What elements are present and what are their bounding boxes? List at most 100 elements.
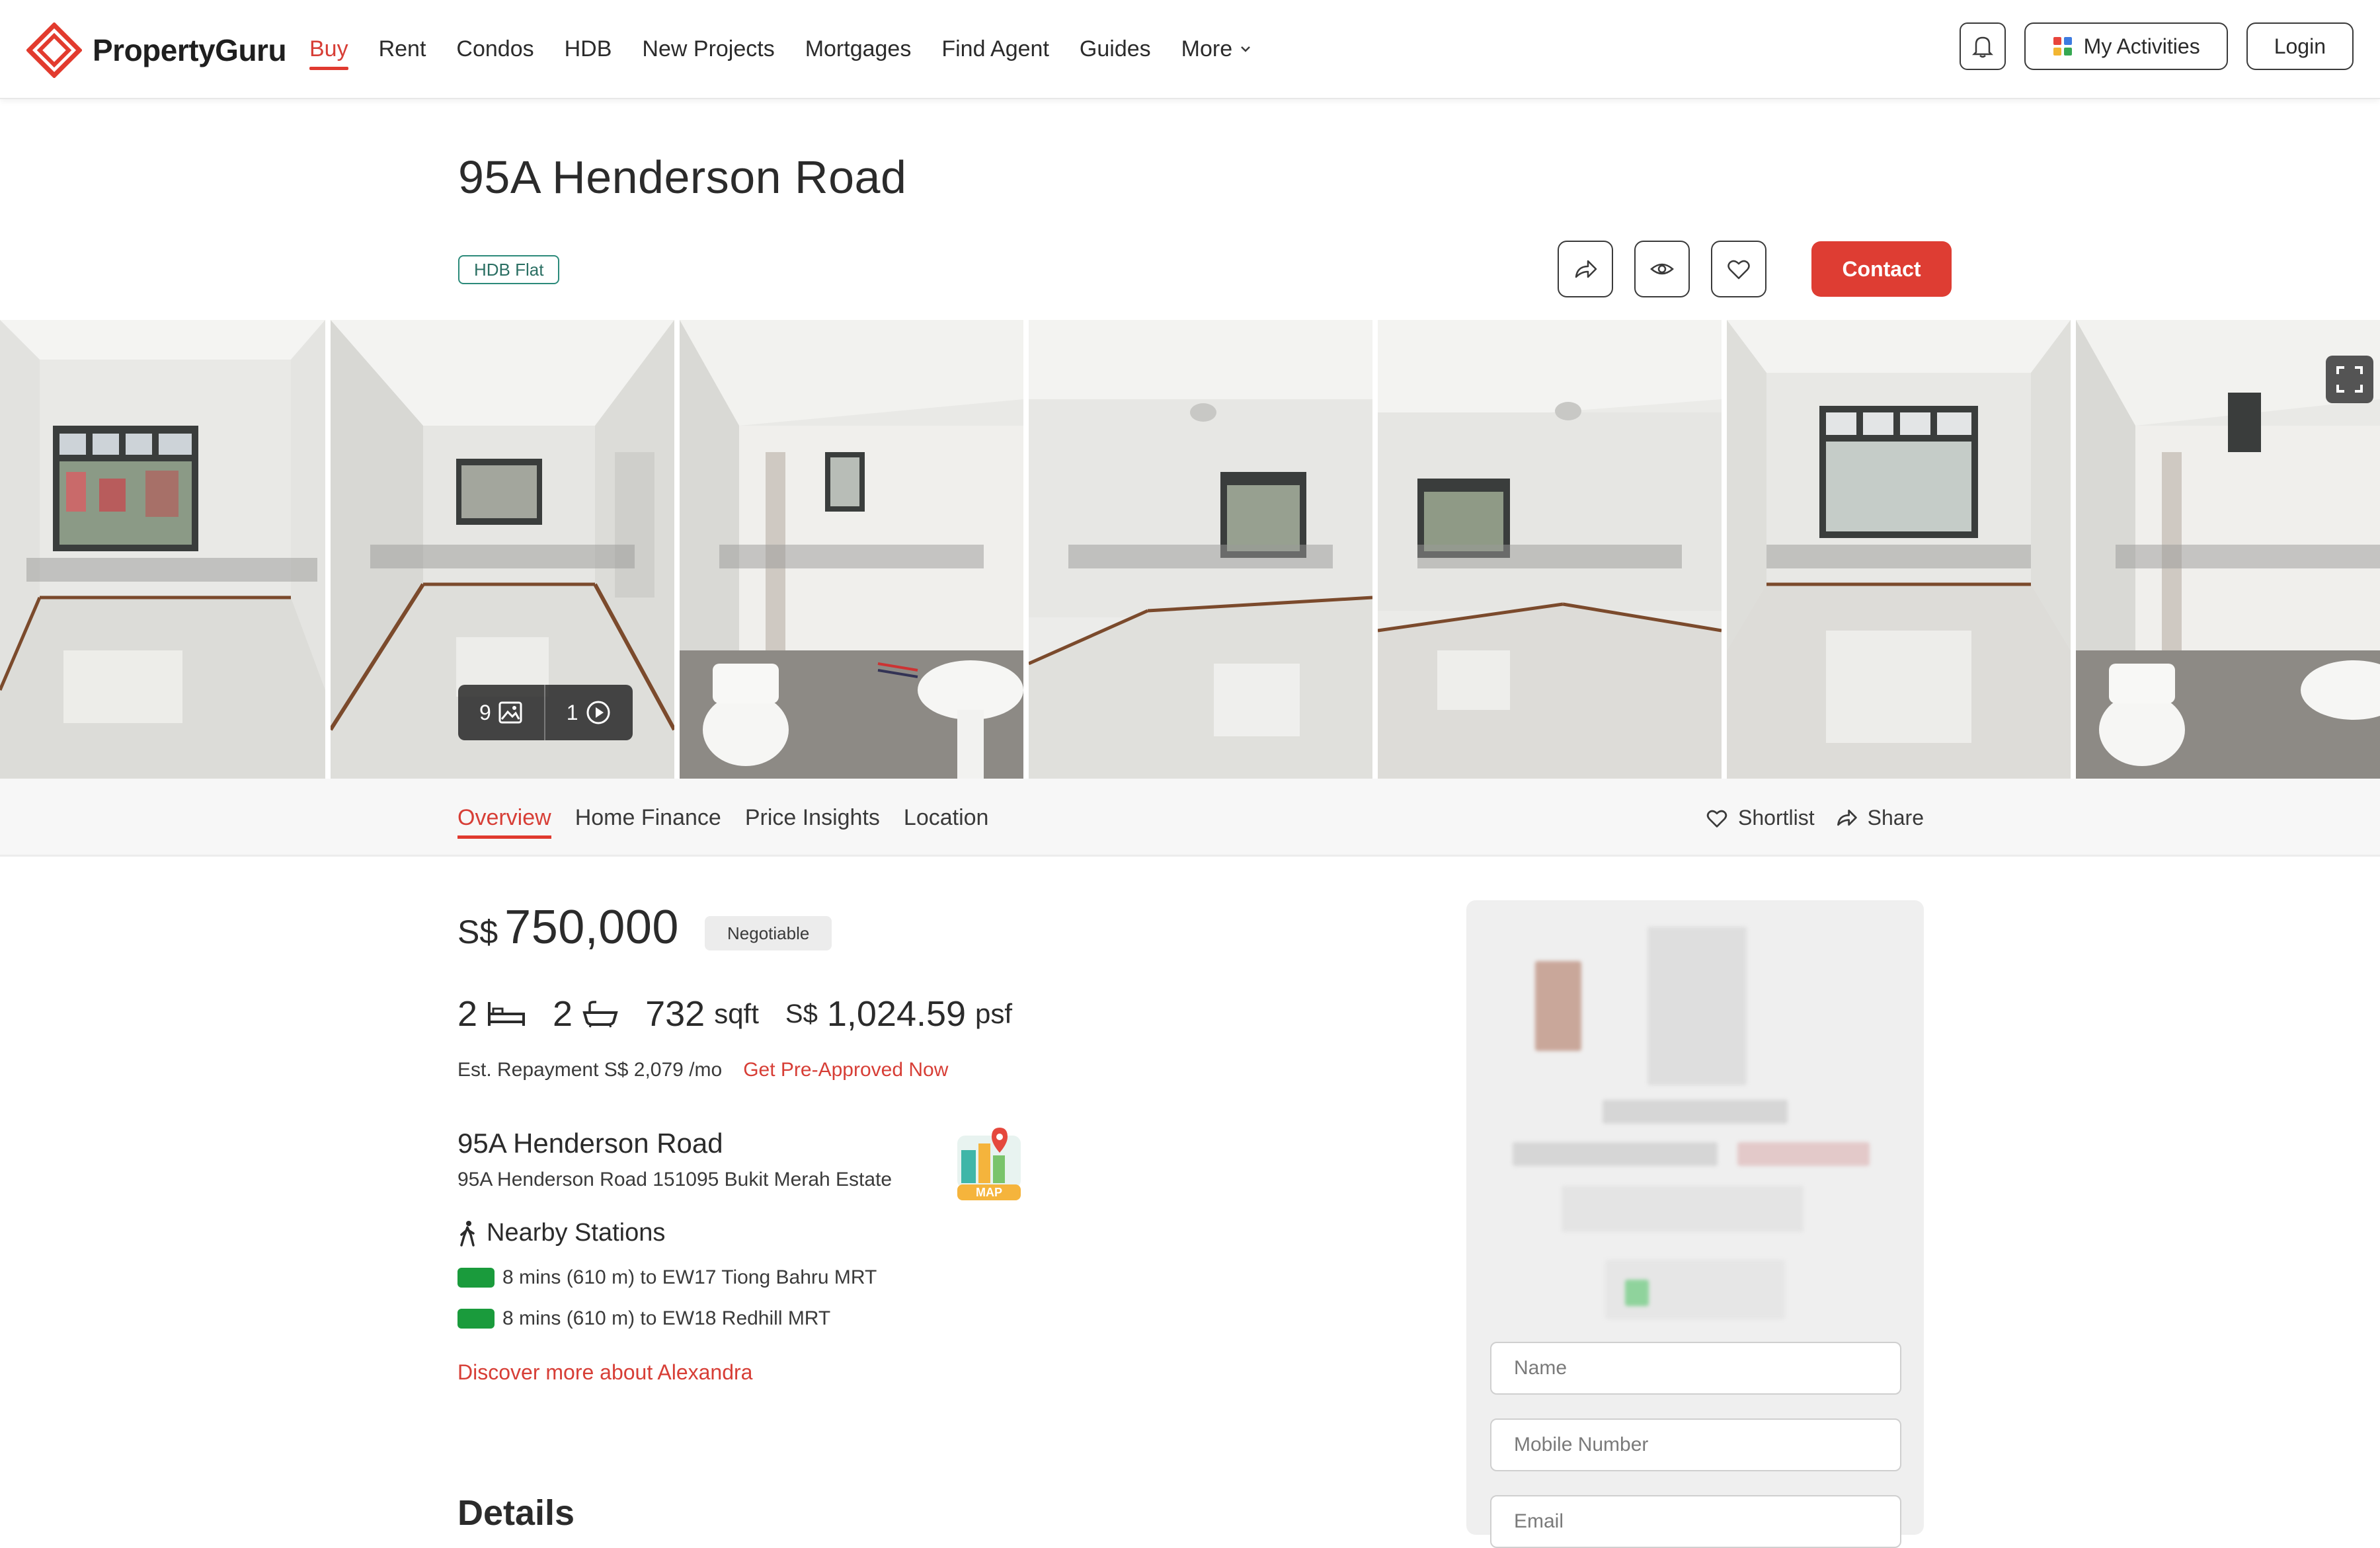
heart-icon	[1727, 260, 1750, 280]
email-placeholder: Email	[1514, 1510, 1564, 1532]
agent-rating-blurred	[1562, 1186, 1804, 1232]
subnav-actions: Shortlist Share	[1705, 779, 1924, 857]
activities-icon	[2053, 37, 2072, 56]
photo-count-value: 9	[479, 700, 491, 724]
nav-condos[interactable]: Condos	[456, 27, 534, 71]
nearby-stations-heading: Nearby Stations	[457, 1219, 665, 1247]
property-specs: 2 2 732 sqft S$ 1,024.59 psf	[457, 987, 1039, 1040]
price: S$ 750,000	[457, 900, 679, 954]
listing-subnav: Overview Home Finance Price Insights Loc…	[0, 779, 2380, 857]
photo-count[interactable]: 9	[458, 685, 544, 740]
heart-icon	[1706, 810, 1727, 828]
media-counter[interactable]: 9 1	[458, 685, 633, 740]
section-tabs: Overview Home Finance Price Insights Loc…	[457, 779, 988, 857]
top-navigation-bar: PropertyGuru Buy Rent Condos HDB New Pro…	[0, 0, 2380, 99]
gallery-photo-7[interactable]	[2076, 320, 2380, 779]
floor-area: 732 sqft	[645, 993, 759, 1034]
map-badge-label: MAP	[976, 1186, 1002, 1199]
video-count-value: 1	[566, 700, 578, 724]
eye-icon	[1650, 263, 1674, 275]
address-full: 95A Henderson Road 151095 Bukit Merah Es…	[457, 1169, 892, 1190]
email-field[interactable]: Email	[1490, 1495, 1901, 1548]
listing-title: 95A Henderson Road	[458, 151, 907, 203]
gallery-photo-4[interactable]	[1029, 320, 1372, 779]
walking-person-icon	[460, 1220, 475, 1247]
my-activities-button[interactable]: My Activities	[2024, 22, 2228, 70]
photo-gallery[interactable]: 9 1	[0, 320, 2380, 779]
shortlist-button[interactable]: Shortlist	[1705, 806, 1815, 830]
propertyguru-logo-icon	[26, 22, 82, 78]
bed-icon	[488, 1002, 526, 1026]
tab-price-insights[interactable]: Price Insights	[745, 797, 880, 839]
notifications-button[interactable]	[1959, 22, 2006, 70]
map-button[interactable]: MAP	[952, 1124, 1027, 1202]
share-arrow-icon	[1837, 809, 1857, 826]
gallery-photo-3[interactable]	[680, 320, 1023, 779]
video-count[interactable]: 1	[545, 685, 633, 740]
share-button[interactable]	[1558, 241, 1613, 297]
name-field[interactable]: Name	[1490, 1342, 1901, 1395]
floor-area-unit: sqft	[714, 998, 759, 1029]
map-icon: MAP	[957, 1128, 1021, 1200]
agent-status-blurred	[1625, 1280, 1649, 1306]
station-item: 8 mins (610 m) to EW18 Redhill MRT	[457, 1307, 830, 1330]
nearby-stations-label: Nearby Stations	[487, 1219, 666, 1247]
agent-details-blurred	[1513, 1142, 1718, 1166]
agency-logo-blurred	[1647, 927, 1747, 1085]
nav-rent[interactable]: Rent	[379, 27, 426, 71]
nav-find-agent[interactable]: Find Agent	[941, 27, 1049, 71]
mobile-number-field[interactable]: Mobile Number	[1490, 1418, 1901, 1471]
play-icon	[586, 701, 610, 724]
repayment-estimate: Est. Repayment S$ 2,079 /mo	[457, 1059, 723, 1081]
mrt-line-marker	[457, 1309, 495, 1329]
price-currency: S$	[457, 913, 498, 950]
agent-contact-card: Name Mobile Number Email	[1466, 900, 1924, 1548]
name-placeholder: Name	[1514, 1357, 1567, 1379]
station-text: 8 mins (610 m) to EW17 Tiong Bahru MRT	[502, 1266, 877, 1288]
my-activities-label: My Activities	[2083, 34, 2200, 58]
image-icon	[498, 701, 522, 724]
fullscreen-button[interactable]	[2326, 356, 2373, 403]
repayment-row: Est. Repayment S$ 2,079 /mo Get Pre-Appr…	[457, 1059, 948, 1081]
share-arrow-icon	[1575, 260, 1597, 278]
bathtub-icon	[582, 1001, 618, 1028]
tab-home-finance[interactable]: Home Finance	[575, 797, 721, 839]
gallery-photo-1[interactable]	[0, 320, 325, 779]
gallery-photo-6[interactable]	[1727, 320, 2071, 779]
nav-hdb[interactable]: HDB	[565, 27, 612, 71]
tab-overview[interactable]: Overview	[457, 797, 551, 839]
property-type-tag: HDB Flat	[458, 255, 560, 284]
hide-listing-button[interactable]	[1634, 241, 1690, 297]
address-title: 95A Henderson Road	[457, 1128, 723, 1159]
contact-button[interactable]: Contact	[1811, 241, 1952, 297]
station-text: 8 mins (610 m) to EW18 Redhill MRT	[502, 1307, 831, 1329]
bathrooms-count: 2	[553, 994, 573, 1034]
psf-unit: psf	[975, 998, 1013, 1029]
discover-area-link[interactable]: Discover more about Alexandra	[457, 1360, 752, 1385]
propertyguru-logo[interactable]: PropertyGuru	[26, 17, 287, 83]
station-item: 8 mins (610 m) to EW17 Tiong Bahru MRT	[457, 1266, 877, 1289]
psf-currency: S$	[785, 999, 818, 1028]
bedrooms-count: 2	[457, 994, 478, 1034]
pre-approved-link[interactable]: Get Pre-Approved Now	[743, 1059, 948, 1081]
bell-icon	[1971, 36, 1993, 58]
main-nav: Buy Rent Condos HDB New Projects Mortgag…	[309, 0, 1252, 98]
nav-mortgages[interactable]: Mortgages	[805, 27, 912, 71]
login-button[interactable]: Login	[2246, 22, 2354, 70]
nav-buy[interactable]: Buy	[309, 27, 348, 71]
nav-guides[interactable]: Guides	[1080, 27, 1151, 71]
brand-name: PropertyGuru	[93, 33, 287, 67]
bedrooms: 2	[457, 993, 526, 1034]
subnav-share-button[interactable]: Share	[1835, 806, 1924, 830]
chevron-down-icon	[1241, 46, 1250, 52]
psf-value: 1,024.59	[826, 994, 967, 1034]
nav-more-label: More	[1181, 36, 1233, 61]
nav-more[interactable]: More	[1181, 27, 1252, 71]
nav-new-projects[interactable]: New Projects	[642, 27, 774, 71]
gallery-photo-5[interactable]	[1378, 320, 1722, 779]
tab-location[interactable]: Location	[904, 797, 989, 839]
price-value: 750,000	[504, 901, 679, 954]
favorite-button[interactable]	[1711, 241, 1766, 297]
floor-area-value: 732	[645, 994, 705, 1034]
bathrooms: 2	[553, 993, 619, 1034]
